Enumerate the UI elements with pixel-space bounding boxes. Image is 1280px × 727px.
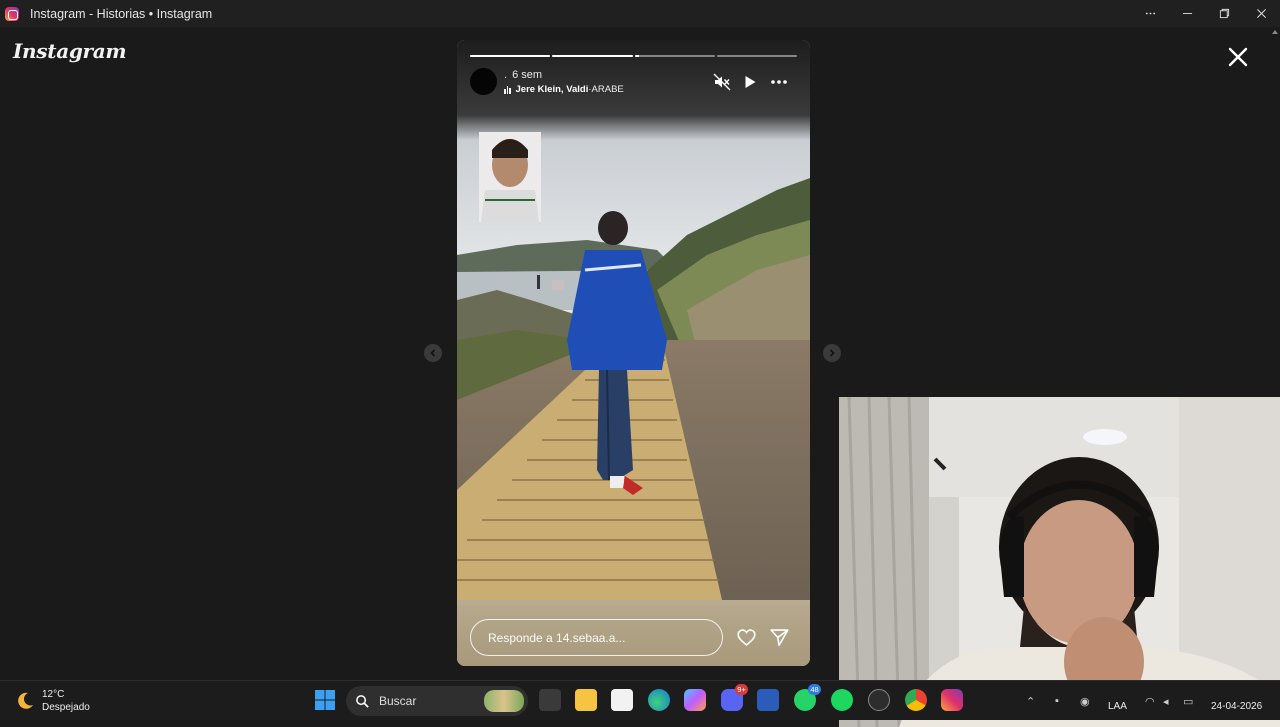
tray-chevron-icon[interactable]: ⌃ — [1026, 695, 1038, 708]
like-button[interactable] — [736, 627, 757, 648]
chevron-left-icon — [430, 349, 436, 357]
story-card[interactable]: . 6 sem Jere Klein, Valdi · ARABE Respond… — [457, 40, 810, 666]
whatsapp-icon[interactable]: 48 — [794, 684, 821, 711]
story-photo-illustration — [457, 40, 810, 666]
mute-button[interactable] — [713, 73, 731, 91]
play-button[interactable] — [741, 73, 759, 91]
instagram-app-icon — [5, 6, 19, 21]
webcam-video-illustration — [839, 397, 1280, 727]
progress-segment — [634, 55, 715, 57]
restore-icon — [1219, 8, 1230, 19]
music-attribution[interactable]: Jere Klein, Valdi · ARABE — [504, 84, 624, 95]
progress-fill — [634, 55, 639, 57]
username[interactable]: . — [504, 69, 507, 81]
search-icon — [356, 694, 369, 708]
story-meta: . 6 sem — [504, 69, 542, 81]
tray-app-icon[interactable]: ▪ — [1055, 695, 1067, 707]
minimize-button[interactable] — [1169, 0, 1206, 27]
whatsapp-badge: 48 — [808, 684, 821, 695]
language-indicator[interactable]: LAA — [1108, 701, 1127, 712]
discord-badge: 9+ — [735, 684, 748, 695]
instagram-logo[interactable]: Instagram — [13, 39, 127, 63]
chevron-right-icon — [829, 349, 835, 357]
more-options-button[interactable] — [1132, 0, 1169, 27]
discord-icon[interactable]: 9+ — [721, 684, 748, 711]
music-bars-icon — [504, 85, 511, 94]
progress-fill — [552, 55, 633, 57]
search-placeholder: Buscar — [379, 694, 417, 708]
start-button[interactable] — [314, 689, 336, 711]
instagram-taskbar-icon[interactable] — [941, 689, 963, 711]
battery-icon[interactable]: ▭ — [1183, 695, 1195, 708]
close-window-button[interactable] — [1243, 0, 1280, 27]
weather-text: 12°C Despejado — [42, 688, 90, 714]
weather-widget[interactable]: 12°C Despejado — [15, 688, 90, 714]
window-title: Instagram - Historias • Instagram — [30, 6, 213, 21]
music-song: ARABE — [591, 84, 624, 95]
word-icon[interactable] — [757, 689, 779, 711]
music-artist: Jere Klein, Valdi — [515, 84, 589, 95]
volume-icon[interactable]: ◂ — [1163, 695, 1175, 708]
minimize-icon — [1182, 13, 1193, 14]
story-progress-bar — [470, 55, 797, 58]
location-icon[interactable]: ◉ — [1080, 695, 1092, 708]
weather-temp: 12°C — [42, 689, 65, 700]
file-explorer-icon[interactable] — [575, 689, 597, 711]
edge-icon[interactable] — [648, 689, 670, 711]
reply-bar: Responde a 14.sebaa.a... — [457, 605, 810, 666]
speaker-muted-icon — [713, 73, 731, 91]
story-time: 6 sem — [512, 69, 543, 81]
weather-desc: Despejado — [42, 702, 90, 713]
more-horizontal-icon — [771, 80, 787, 84]
window-controls — [1132, 0, 1280, 27]
progress-segment — [716, 55, 797, 57]
reply-input[interactable]: Responde a 14.sebaa.a... — [470, 619, 723, 656]
clock-app-icon[interactable] — [868, 689, 890, 711]
windows-icon — [315, 690, 335, 710]
taskbar-search[interactable]: Buscar — [346, 686, 528, 716]
instagram-stories-view: Instagram . 6 sem Jere Klein, Valdi · AR… — [0, 27, 1280, 727]
copilot-icon[interactable] — [684, 689, 706, 711]
previous-story-button[interactable] — [424, 344, 442, 362]
close-icon — [1257, 9, 1266, 18]
date[interactable]: 24-04-2026 — [1211, 701, 1262, 712]
scroll-up-icon[interactable] — [1272, 30, 1278, 34]
progress-segment — [552, 55, 633, 57]
send-button[interactable] — [769, 627, 790, 648]
chrome-icon[interactable] — [905, 689, 927, 711]
microsoft-store-icon[interactable] — [611, 689, 633, 711]
window-titlebar: Instagram - Historias • Instagram — [0, 0, 1280, 27]
taskbar: 12°C Despejado Buscar 9+ 48 ⌃ ▪ ◉ LAA ◠ … — [0, 680, 1280, 720]
progress-segment — [470, 55, 551, 57]
restore-button[interactable] — [1206, 0, 1243, 27]
story-menu-button[interactable] — [770, 73, 788, 91]
webcam-overlay — [839, 397, 1280, 727]
play-icon — [745, 76, 756, 88]
heart-icon — [737, 629, 756, 646]
wifi-icon[interactable]: ◠ — [1145, 695, 1157, 708]
task-view-icon[interactable] — [539, 689, 561, 711]
spotify-icon[interactable] — [831, 689, 853, 711]
next-story-button[interactable] — [823, 344, 841, 362]
progress-fill — [470, 55, 551, 57]
ellipsis-icon — [1145, 12, 1156, 15]
send-icon — [770, 629, 789, 647]
avatar[interactable] — [470, 68, 497, 95]
close-icon — [1228, 47, 1248, 67]
story-photo — [457, 40, 810, 666]
close-stories-button[interactable] — [1224, 43, 1252, 71]
search-highlight-image — [484, 690, 524, 712]
moon-icon — [18, 692, 33, 709]
story-header: . 6 sem Jere Klein, Valdi · ARABE — [470, 68, 797, 100]
